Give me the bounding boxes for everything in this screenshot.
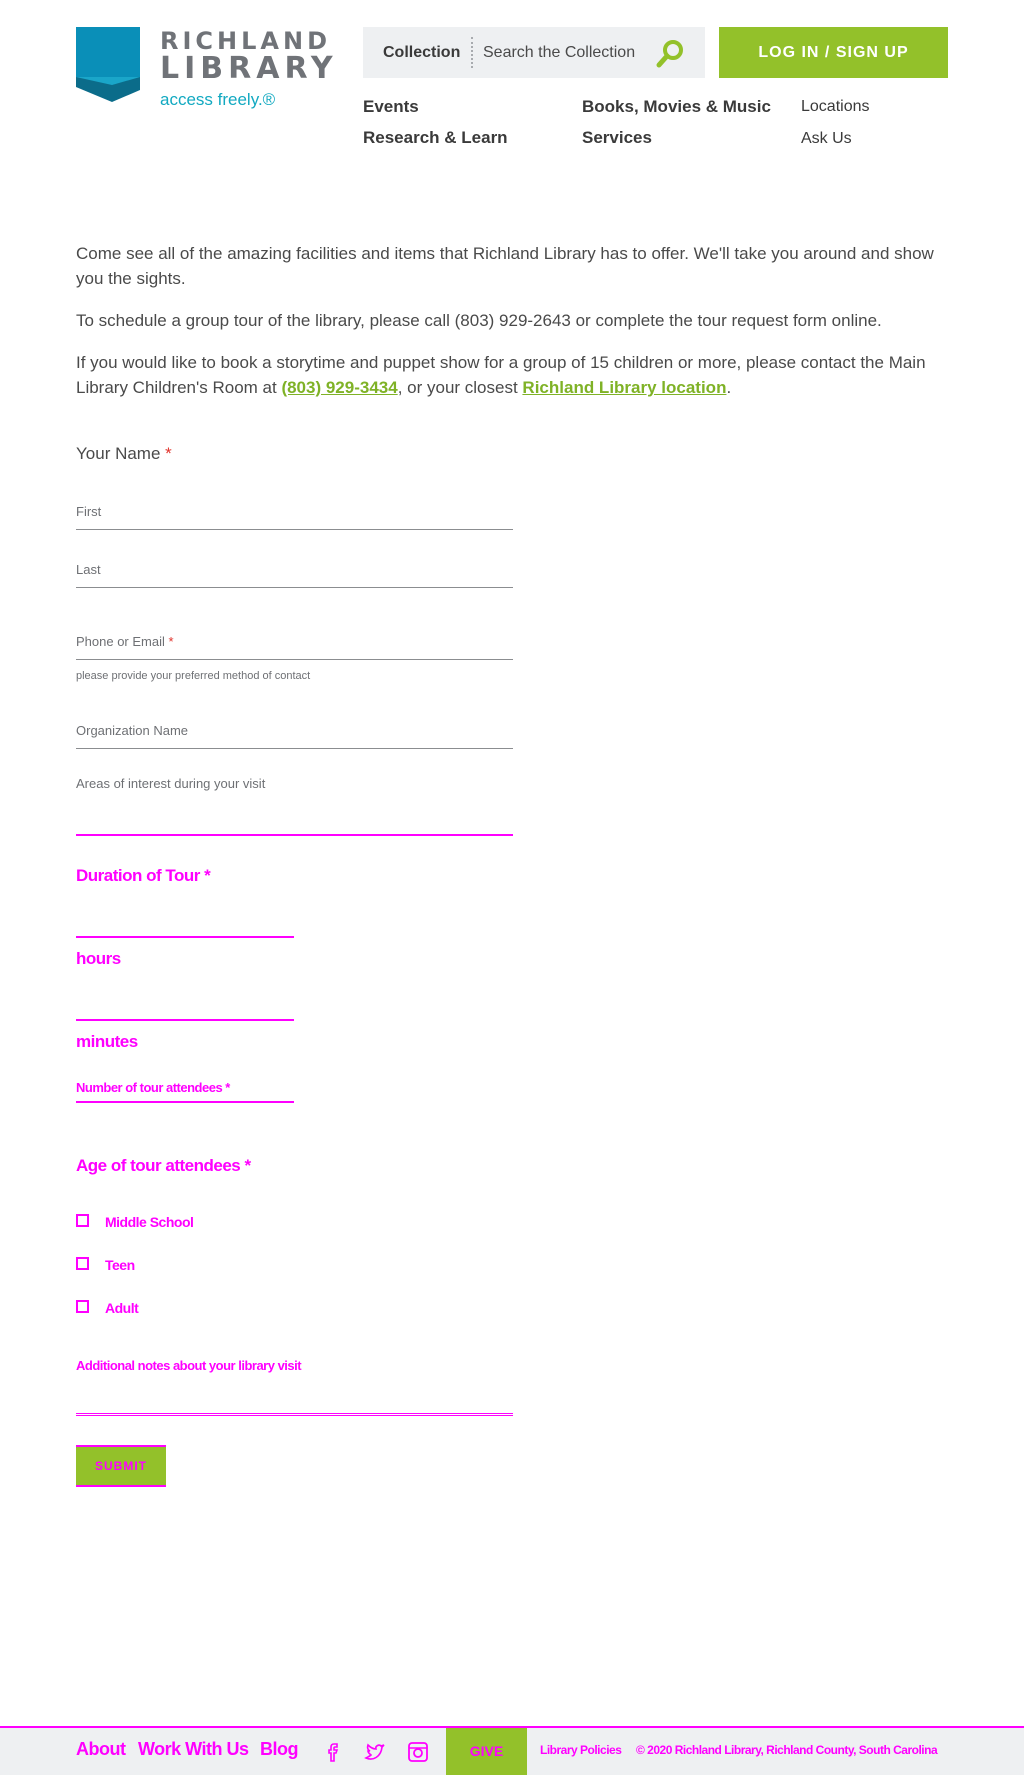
logo[interactable]: RICHLAND LIBRARY access freely.®: [76, 27, 333, 113]
nav-services[interactable]: Services: [582, 128, 652, 148]
duration-label: Duration of Tour *: [76, 866, 211, 885]
search-bar: Collection: [363, 27, 705, 78]
label-text: Your Name: [76, 444, 161, 463]
attendees-input[interactable]: [76, 1101, 294, 1103]
organization-name-placeholder: Organization Name: [76, 723, 188, 738]
search-input[interactable]: [483, 39, 663, 67]
search-icon[interactable]: [655, 39, 685, 69]
facebook-icon[interactable]: [320, 1740, 344, 1764]
library-logo-icon: [76, 27, 140, 102]
minutes-input[interactable]: [76, 1019, 294, 1021]
last-name-placeholder: Last: [76, 562, 101, 577]
first-name-placeholder: First: [76, 504, 102, 519]
nav-ask-us[interactable]: Ask Us: [801, 130, 852, 148]
intro-text-span: .: [726, 378, 732, 397]
phone-or-email-field[interactable]: Phone or Email *: [76, 629, 513, 660]
checkbox-adult[interactable]: [76, 1300, 89, 1313]
areas-of-interest-label: Areas of interest during your visit: [76, 776, 266, 791]
login-signup-button[interactable]: LOG IN / SIGN UP: [719, 27, 948, 78]
submit-button[interactable]: SUBMIT: [76, 1445, 166, 1487]
logo-name-line2: LIBRARY: [160, 51, 338, 86]
option-middle-school: Middle School: [105, 1214, 194, 1230]
footer-blog-link[interactable]: Blog: [260, 1739, 299, 1760]
footer: About Work With Us Blog GIVE Library Pol…: [0, 1726, 1024, 1775]
your-name-label: Your Name *: [76, 444, 172, 464]
label-text: Phone or Email: [76, 634, 165, 649]
footer-work-with-us-link[interactable]: Work With Us: [138, 1739, 249, 1760]
give-button[interactable]: GIVE: [446, 1728, 527, 1775]
age-label: Age of tour attendees *: [76, 1156, 251, 1175]
library-location-link[interactable]: Richland Library location: [522, 378, 726, 397]
intro-paragraph-3: If you would like to book a storytime an…: [76, 350, 948, 400]
twitter-icon[interactable]: [363, 1740, 387, 1764]
checkbox-teen[interactable]: [76, 1257, 89, 1270]
phone-or-email-label: Phone or Email *: [76, 634, 174, 649]
areas-of-interest-field[interactable]: [76, 834, 513, 836]
nav-locations[interactable]: Locations: [801, 98, 870, 116]
footer-about-link[interactable]: About: [76, 1739, 126, 1760]
required-mark: *: [168, 634, 174, 649]
intro-paragraph-2: To schedule a group tour of the library,…: [76, 311, 882, 330]
hours-input[interactable]: [76, 936, 294, 938]
footer-copyright: © 2020 Richland Library, Richland County…: [636, 1743, 938, 1757]
instagram-icon[interactable]: [406, 1740, 430, 1764]
intro-text-span: , or your closest: [397, 378, 523, 397]
intro-paragraph-1: Come see all of the amazing facilities a…: [76, 244, 934, 288]
first-name-field[interactable]: First: [76, 500, 513, 530]
contact-hint: please provide your preferred method of …: [76, 670, 311, 682]
nav-research-learn[interactable]: Research & Learn: [363, 128, 508, 148]
intro-text: Come see all of the amazing facilities a…: [76, 241, 948, 417]
organization-name-field[interactable]: Organization Name: [76, 719, 513, 749]
option-adult: Adult: [105, 1300, 139, 1316]
childrens-room-phone-link[interactable]: (803) 929-3434: [281, 378, 397, 397]
search-scope-select[interactable]: Collection: [383, 44, 460, 62]
footer-policies-link[interactable]: Library Policies: [540, 1743, 622, 1757]
nav-books-movies-music[interactable]: Books, Movies & Music: [582, 97, 771, 117]
notes-label: Additional notes about your library visi…: [76, 1358, 302, 1373]
logo-tagline: access freely.®: [160, 90, 276, 109]
nav-events[interactable]: Events: [363, 97, 419, 117]
option-teen: Teen: [105, 1257, 135, 1273]
required-mark: *: [165, 444, 172, 463]
search-divider: [471, 37, 473, 68]
notes-textarea[interactable]: [76, 1413, 513, 1416]
attendees-label: Number of tour attendees *: [76, 1080, 230, 1095]
minutes-label: minutes: [76, 1032, 138, 1051]
hours-label: hours: [76, 949, 121, 968]
checkbox-middle-school[interactable]: [76, 1214, 89, 1227]
last-name-field[interactable]: Last: [76, 558, 513, 588]
